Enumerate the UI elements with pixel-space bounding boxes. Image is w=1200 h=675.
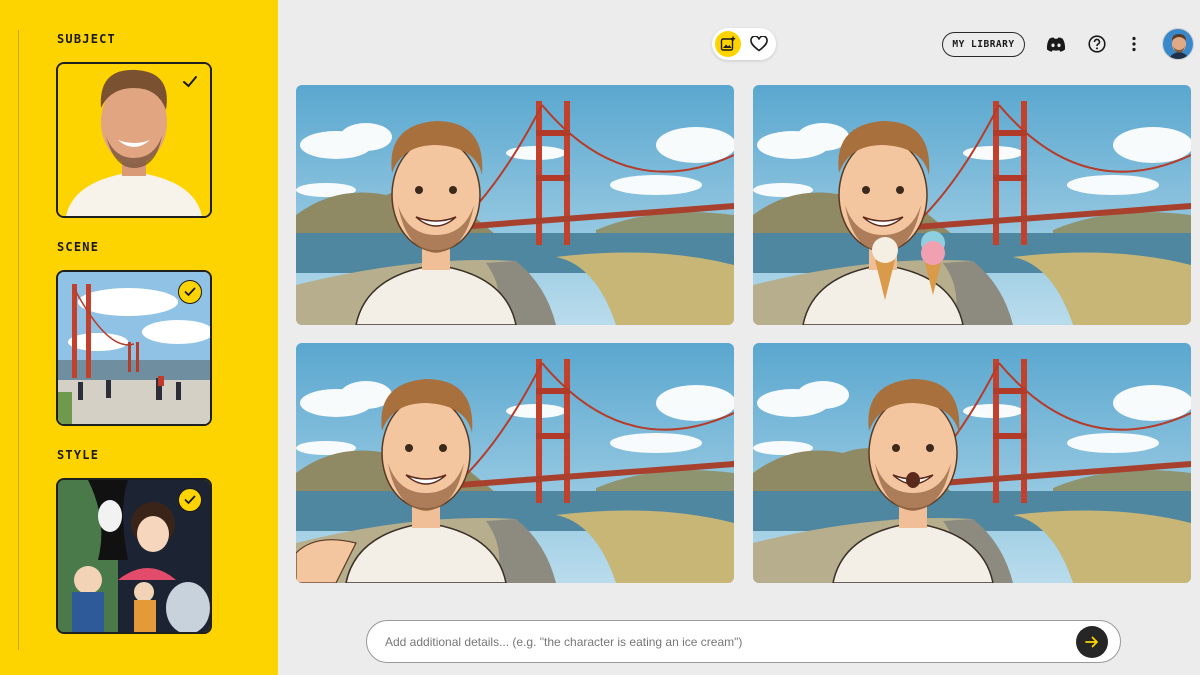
- result-surprised: [753, 343, 1191, 583]
- help-icon: [1088, 35, 1106, 53]
- arrow-right-icon: [1085, 636, 1098, 648]
- user-avatar-image: [1163, 29, 1193, 59]
- style-selected-badge: [178, 488, 202, 512]
- details-input[interactable]: [385, 631, 1065, 653]
- submit-button[interactable]: [1076, 626, 1108, 658]
- result-image-4[interactable]: [753, 343, 1191, 583]
- more-options-button[interactable]: [1123, 33, 1145, 55]
- discord-icon: [1046, 37, 1066, 52]
- help-button[interactable]: [1086, 33, 1108, 55]
- scene-tile[interactable]: [56, 270, 212, 426]
- subject-label: SUBJECT: [57, 32, 116, 46]
- mode-toggle: [712, 28, 776, 60]
- style-tile[interactable]: [56, 478, 212, 634]
- sidebar-divider: [18, 30, 19, 650]
- scene-label: SCENE: [57, 240, 100, 254]
- result-image-2[interactable]: [753, 85, 1191, 325]
- style-label: STYLE: [57, 448, 100, 462]
- result-image-1[interactable]: [296, 85, 734, 325]
- check-icon: [184, 495, 196, 505]
- result-image-3[interactable]: [296, 343, 734, 583]
- image-mode-button[interactable]: [715, 31, 741, 57]
- favorites-button[interactable]: [748, 33, 770, 55]
- result-selfie: [296, 343, 734, 583]
- prompt-bar: [366, 620, 1121, 663]
- my-library-button[interactable]: MY LIBRARY: [942, 32, 1025, 57]
- check-icon: [184, 287, 196, 297]
- more-icon: [1132, 36, 1136, 52]
- result-smiling: [296, 85, 734, 325]
- heart-icon: [750, 36, 768, 52]
- check-icon: [183, 76, 197, 88]
- subject-tile[interactable]: [56, 62, 212, 218]
- sidebar: SUBJECT SCENE STYLE: [0, 0, 278, 675]
- result-ice-cream: [753, 85, 1191, 325]
- image-add-icon: [720, 36, 736, 51]
- avatar[interactable]: [1162, 28, 1194, 60]
- discord-button[interactable]: [1045, 33, 1067, 55]
- scene-selected-badge: [178, 280, 202, 304]
